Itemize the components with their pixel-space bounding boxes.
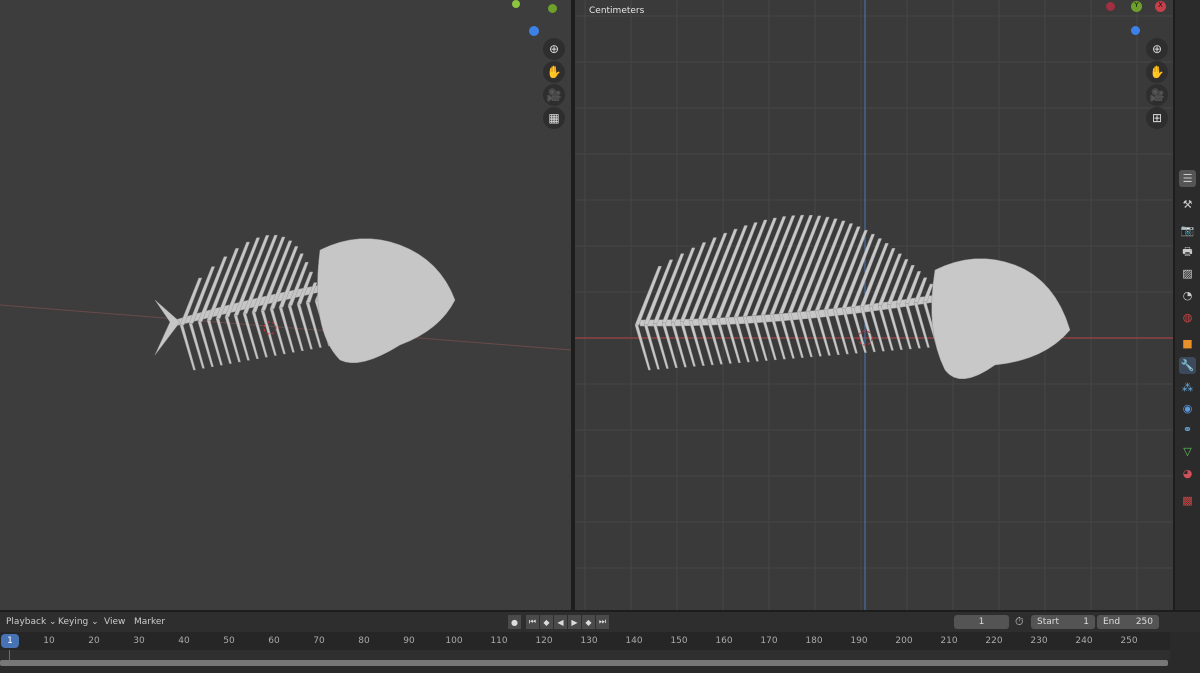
frame-tick: 170: [760, 636, 778, 646]
keyframe-track[interactable]: [0, 650, 1170, 660]
end-value: 250: [1135, 617, 1153, 627]
playhead[interactable]: 1: [1, 634, 19, 648]
timeline-header: Playback ⌄ Keying ⌄ View Marker ● ⏮ ◆ ◀ …: [0, 612, 1200, 632]
start-label: Start: [1037, 617, 1059, 627]
frame-tick: 100: [445, 636, 463, 646]
view-menu[interactable]: View: [104, 617, 125, 627]
physics-icon[interactable]: ◉: [1179, 400, 1196, 417]
object-icon[interactable]: ■: [1179, 335, 1196, 352]
frame-tick: 90: [403, 636, 415, 646]
frame-tick: 220: [985, 636, 1003, 646]
timeline-scrollbar[interactable]: [0, 660, 1168, 666]
start-value: 1: [1083, 617, 1089, 627]
stopwatch-icon[interactable]: ⏱: [1015, 615, 1024, 629]
frame-tick: 10: [43, 636, 55, 646]
fish-skeleton-model: [634, 214, 1071, 379]
frame-tick: 230: [1030, 636, 1048, 646]
end-label: End: [1103, 617, 1121, 627]
render-icon[interactable]: 📷: [1179, 222, 1196, 239]
frame-tick: 30: [133, 636, 145, 646]
viewport-orthographic[interactable]: Centimeters ⊕ ✋ 🎥 ⊞ Y X: [575, 0, 1173, 610]
scene-icon[interactable]: ◔: [1179, 287, 1196, 304]
grid: [575, 0, 1173, 610]
frame-tick: 210: [940, 636, 958, 646]
play-icon[interactable]: ▶: [568, 615, 581, 629]
frame-tick: 20: [88, 636, 100, 646]
marker-menu[interactable]: Marker: [134, 617, 165, 627]
end-frame-field[interactable]: End 250: [1097, 615, 1159, 629]
hand-pan-icon[interactable]: ✋: [543, 61, 565, 83]
frame-tick: 120: [535, 636, 553, 646]
camera-icon[interactable]: 🎥: [543, 84, 565, 106]
z-axis-gizmo-icon[interactable]: [529, 26, 539, 36]
frame-tick: 130: [580, 636, 598, 646]
frame-tick: 110: [490, 636, 508, 646]
start-frame-field[interactable]: Start 1: [1031, 615, 1095, 629]
world-icon[interactable]: ◍: [1179, 309, 1196, 326]
frame-ruler[interactable]: 1 10 20 30 40 50 60 70 80 90 100 110 120 130 140 150 16…: [0, 632, 1170, 650]
fish-skeleton-model: [0, 234, 571, 371]
z-axis-gizmo-icon[interactable]: [1131, 26, 1140, 35]
frame-tick: 180: [805, 636, 823, 646]
play-reverse-icon[interactable]: ◀: [554, 615, 567, 629]
zoom-icon[interactable]: ⊕: [543, 38, 565, 60]
frame-tick: 200: [895, 636, 913, 646]
y-axis-gizmo-icon[interactable]: Y: [1131, 1, 1142, 12]
camera-icon[interactable]: 🎥: [1146, 84, 1168, 106]
perspective-grid-icon[interactable]: ▦: [543, 107, 565, 129]
frame-tick: 70: [313, 636, 325, 646]
units-label: Centimeters: [589, 6, 645, 16]
jump-end-icon[interactable]: ⏭: [596, 615, 609, 629]
prev-keyframe-icon[interactable]: ◆: [540, 615, 553, 629]
jump-start-icon[interactable]: ⏮: [526, 615, 539, 629]
next-keyframe-icon[interactable]: ◆: [582, 615, 595, 629]
timeline: Playback ⌄ Keying ⌄ View Marker ● ⏮ ◆ ◀ …: [0, 612, 1200, 673]
tool-settings-icon[interactable]: ☰: [1179, 170, 1196, 187]
menu-label: Keying: [58, 617, 89, 627]
output-icon[interactable]: 🖶: [1179, 244, 1196, 261]
frame-tick: 40: [178, 636, 190, 646]
frame-tick: 140: [625, 636, 643, 646]
ortho-grid-icon[interactable]: ⊞: [1146, 107, 1168, 129]
frame-tick: 250: [1120, 636, 1138, 646]
frame-tick: 190: [850, 636, 868, 646]
menu-label: Playback: [6, 617, 47, 627]
frame-tick: 240: [1075, 636, 1093, 646]
keying-menu[interactable]: Keying ⌄: [58, 617, 99, 627]
data-mesh-icon[interactable]: ▽: [1179, 443, 1196, 460]
playback-menu[interactable]: Playback ⌄: [6, 617, 57, 627]
texture-icon[interactable]: ▩: [1179, 492, 1196, 509]
hand-pan-icon[interactable]: ✋: [1146, 61, 1168, 83]
frame-tick: 50: [223, 636, 235, 646]
frame-tick: 150: [670, 636, 688, 646]
y-axis-gizmo-icon[interactable]: [548, 4, 557, 13]
frame-tick: 160: [715, 636, 733, 646]
constraints-icon[interactable]: ⚭: [1179, 421, 1196, 438]
record-icon[interactable]: ●: [508, 615, 521, 629]
viewport-perspective[interactable]: ⊕ ✋ 🎥 ▦: [0, 0, 571, 610]
x-axis-gizmo-icon[interactable]: X: [1155, 1, 1166, 12]
view-layer-icon[interactable]: ▨: [1179, 265, 1196, 282]
modifier-wrench-icon[interactable]: 🔧: [1179, 357, 1196, 374]
frame-tick: 80: [358, 636, 370, 646]
y-axis-gizmo-icon[interactable]: [512, 0, 520, 8]
tool-icon[interactable]: ⚒: [1179, 196, 1196, 213]
neg-x-axis-gizmo-icon[interactable]: [1106, 2, 1115, 11]
properties-tabs: ☰ ⚒ 📷 🖶 ▨ ◔ ◍ ■ 🔧 ⁂ ◉ ⚭ ▽ ◕ ▩: [1175, 0, 1200, 610]
current-frame-field[interactable]: 1: [954, 615, 1009, 629]
material-icon[interactable]: ◕: [1179, 465, 1196, 482]
frame-tick: 60: [268, 636, 280, 646]
particles-icon[interactable]: ⁂: [1179, 379, 1196, 396]
zoom-icon[interactable]: ⊕: [1146, 38, 1168, 60]
